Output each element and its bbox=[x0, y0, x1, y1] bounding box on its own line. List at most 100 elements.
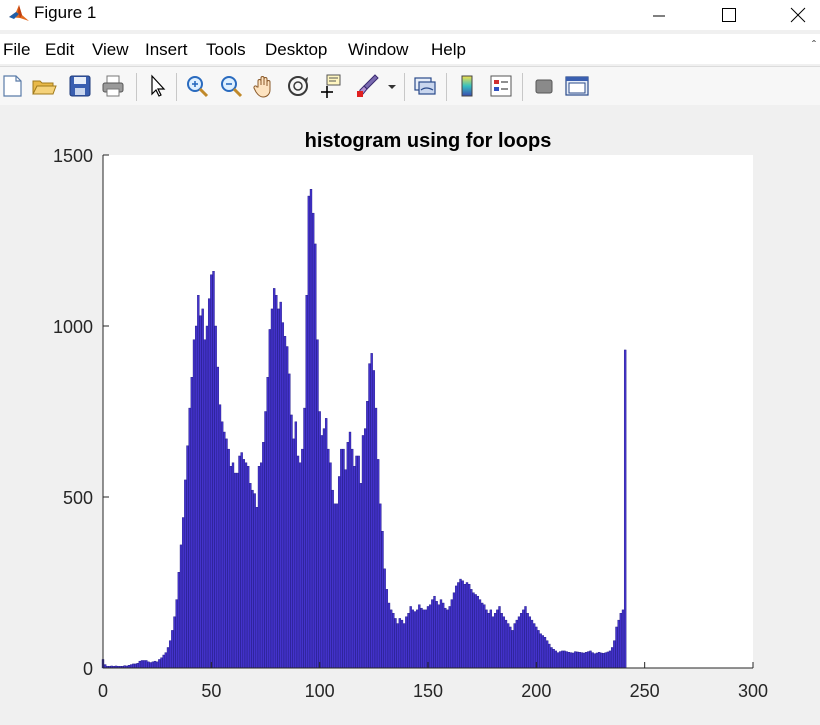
histogram-bar bbox=[253, 493, 256, 669]
minimize-button[interactable] bbox=[636, 0, 682, 30]
histogram-bar bbox=[192, 339, 196, 669]
histogram-bar bbox=[233, 472, 237, 669]
histogram-bar bbox=[582, 652, 586, 669]
histogram-bar bbox=[160, 657, 163, 669]
histogram-bar bbox=[441, 602, 445, 669]
close-button[interactable] bbox=[775, 0, 820, 30]
figure-toolbar bbox=[0, 66, 820, 106]
histogram-bar bbox=[402, 623, 406, 669]
pointer-icon[interactable] bbox=[144, 73, 170, 99]
histogram-bar bbox=[342, 448, 345, 669]
show-plot-tools-icon[interactable] bbox=[564, 73, 590, 99]
histogram-bar bbox=[491, 616, 495, 669]
histogram-bar bbox=[268, 329, 272, 669]
histogram-bar bbox=[294, 421, 298, 669]
menu-help[interactable]: Help bbox=[431, 40, 466, 60]
new-figure-icon[interactable] bbox=[0, 73, 26, 99]
histogram-bar bbox=[220, 421, 224, 669]
histogram-bar bbox=[580, 652, 584, 669]
histogram-bar bbox=[259, 462, 263, 669]
histogram-bar bbox=[366, 401, 369, 669]
menu-edit[interactable]: Edit bbox=[45, 40, 74, 60]
histogram-bar bbox=[506, 623, 510, 669]
print-icon[interactable] bbox=[100, 73, 126, 99]
histogram-bar bbox=[227, 448, 230, 669]
menu-bar: File Edit View Insert Tools Desktop Wind… bbox=[0, 34, 820, 64]
histogram-bar bbox=[379, 503, 382, 669]
histogram-bar bbox=[194, 325, 198, 669]
histogram-bar bbox=[320, 435, 324, 669]
data-cursor-icon[interactable] bbox=[318, 73, 344, 99]
histogram-bar bbox=[335, 503, 339, 669]
toolbar-separator bbox=[404, 73, 405, 101]
save-icon[interactable] bbox=[67, 73, 93, 99]
histogram-bar bbox=[593, 653, 597, 669]
histogram-bar bbox=[381, 531, 384, 669]
histogram-bar bbox=[134, 663, 137, 669]
histogram-bar bbox=[574, 651, 577, 669]
maximize-button[interactable] bbox=[706, 0, 752, 30]
menu-file[interactable]: File bbox=[3, 40, 30, 60]
menu-collapse-icon[interactable]: ˆ bbox=[812, 38, 816, 52]
histogram-bar bbox=[487, 613, 490, 669]
histogram-bar bbox=[322, 428, 326, 669]
histogram-bar bbox=[608, 650, 612, 669]
histogram-bar bbox=[199, 315, 202, 669]
zoom-out-icon[interactable] bbox=[218, 73, 244, 99]
histogram-bar bbox=[394, 618, 397, 669]
brush-dropdown-icon[interactable] bbox=[386, 73, 398, 99]
histogram-bar bbox=[444, 607, 447, 669]
histogram-bar bbox=[249, 483, 252, 669]
histogram-bar bbox=[610, 647, 614, 669]
histogram-bar bbox=[543, 637, 547, 669]
histogram-bar bbox=[177, 572, 181, 669]
brush-icon[interactable] bbox=[354, 73, 380, 99]
histogram-bar bbox=[480, 602, 484, 669]
menu-desktop[interactable]: Desktop bbox=[265, 40, 327, 60]
histogram-bar bbox=[565, 651, 568, 669]
pan-icon[interactable] bbox=[251, 73, 277, 99]
menu-window[interactable]: Window bbox=[348, 40, 408, 60]
histogram-bar bbox=[197, 295, 200, 669]
menu-insert[interactable]: Insert bbox=[145, 40, 188, 60]
legend-icon[interactable] bbox=[488, 73, 514, 99]
histogram-bar bbox=[509, 626, 512, 669]
histogram-bar bbox=[537, 630, 540, 669]
histogram-bar bbox=[190, 377, 194, 669]
histogram-bar bbox=[357, 455, 360, 669]
histogram-bar bbox=[563, 650, 566, 669]
histogram-bar bbox=[240, 452, 243, 669]
colorbar-icon[interactable] bbox=[454, 73, 480, 99]
histogram-bar bbox=[552, 648, 555, 669]
rotate-3d-icon[interactable] bbox=[285, 73, 311, 99]
y-tick-label: 500 bbox=[63, 488, 93, 508]
histogram-bar bbox=[288, 373, 291, 669]
menu-tools[interactable]: Tools bbox=[206, 40, 246, 60]
histogram-bar bbox=[433, 595, 436, 669]
zoom-in-icon[interactable] bbox=[184, 73, 210, 99]
histogram-bar bbox=[604, 652, 607, 669]
histogram-bar bbox=[353, 466, 356, 669]
open-file-icon[interactable] bbox=[31, 73, 57, 99]
histogram-bar bbox=[186, 445, 189, 669]
histogram-bar bbox=[476, 595, 480, 669]
histogram-bar bbox=[279, 301, 282, 669]
histogram-bar bbox=[420, 607, 423, 669]
histogram-bar bbox=[478, 599, 482, 669]
histogram-bar bbox=[454, 585, 458, 669]
histogram-bar bbox=[465, 582, 469, 669]
histogram-bar bbox=[147, 661, 150, 669]
histogram-bar bbox=[175, 599, 178, 669]
hide-plot-tools-icon[interactable] bbox=[531, 73, 557, 99]
histogram-bar bbox=[292, 438, 295, 669]
histogram-bar bbox=[422, 609, 425, 669]
histogram-bar bbox=[556, 652, 560, 669]
menu-view[interactable]: View bbox=[92, 40, 129, 60]
histogram-bar bbox=[350, 448, 354, 669]
histogram-bar bbox=[285, 346, 289, 669]
histogram-bar bbox=[446, 609, 449, 669]
histogram-bar bbox=[493, 613, 497, 669]
histogram-bar bbox=[361, 435, 365, 669]
x-tick-label: 200 bbox=[521, 681, 551, 701]
link-plot-icon[interactable] bbox=[412, 73, 438, 99]
